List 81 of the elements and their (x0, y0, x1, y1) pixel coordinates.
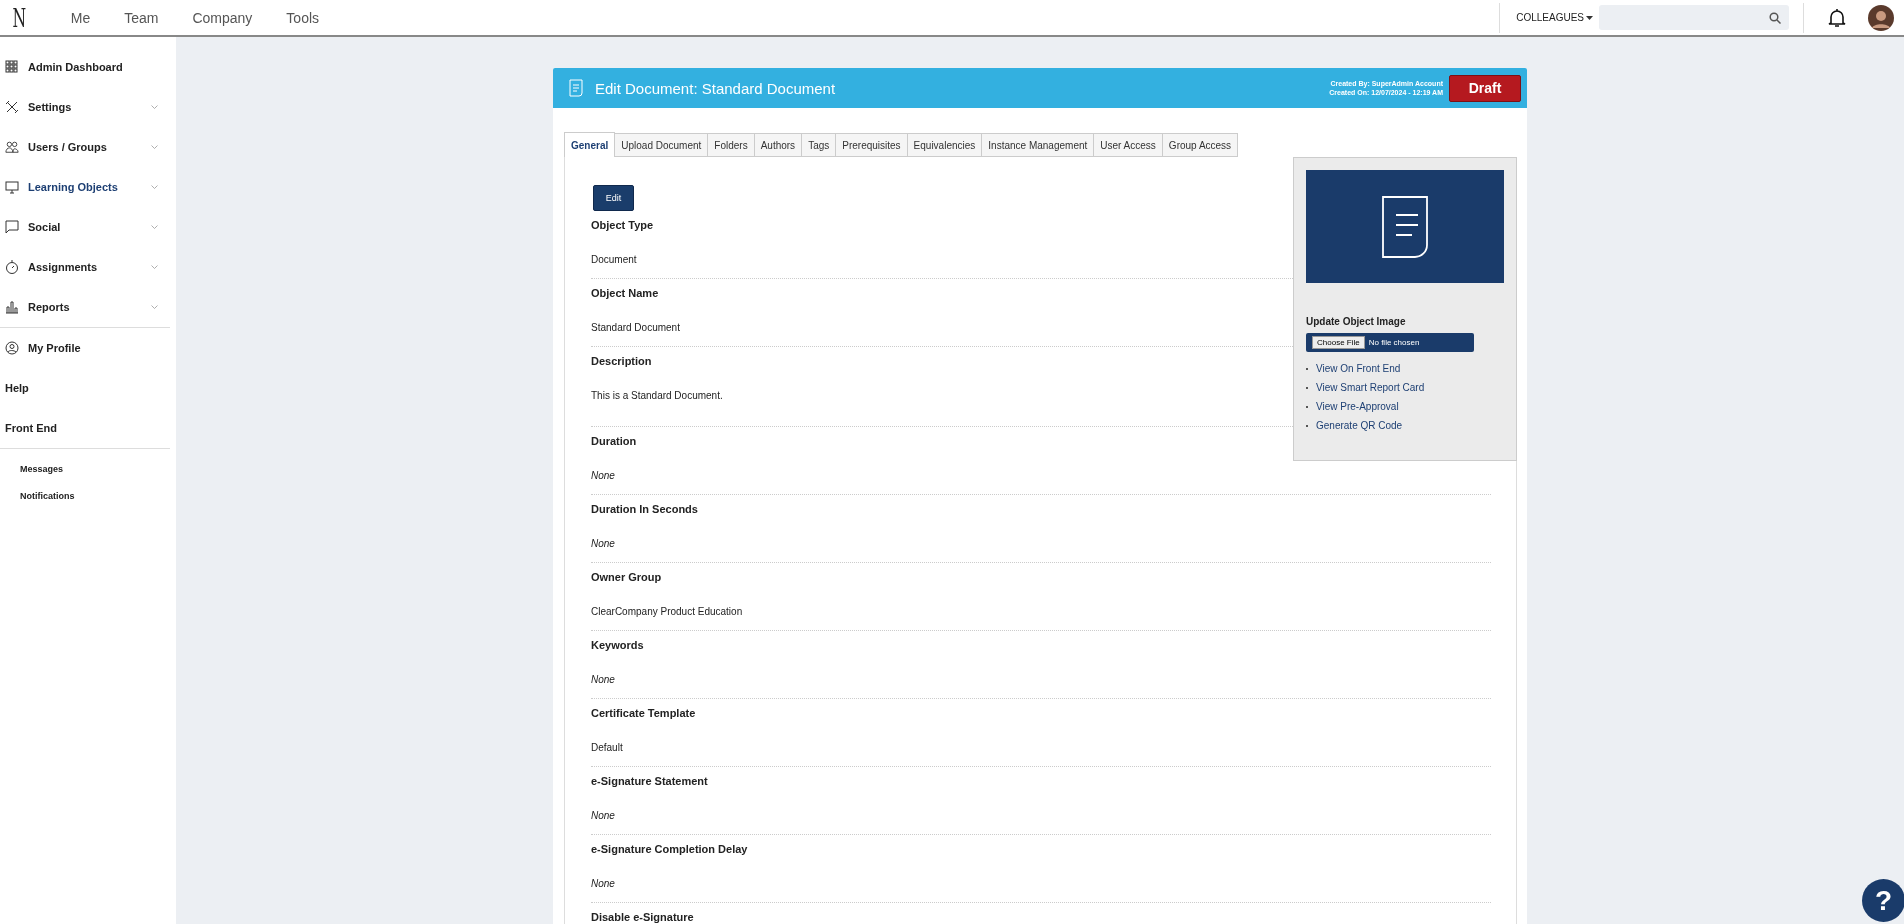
chevron-down-icon (151, 305, 158, 309)
status-badge: Draft (1449, 74, 1521, 102)
edit-button[interactable]: Edit (593, 185, 634, 211)
field-label: Certificate Template (591, 707, 696, 721)
field-label: Object Type (591, 219, 654, 233)
field-value: ClearCompany Product Education (591, 606, 743, 619)
search-field[interactable] (1599, 5, 1789, 30)
tab[interactable]: Instance Management (982, 133, 1095, 157)
bell-icon[interactable] (1828, 7, 1846, 28)
field-value: None (591, 470, 615, 483)
chevron-down-icon (151, 145, 158, 149)
tab[interactable]: Equivalencies (907, 133, 983, 157)
choose-file-button[interactable]: Choose File (1312, 336, 1365, 349)
avatar[interactable] (1868, 4, 1894, 31)
sidebar-item[interactable]: Assignments (0, 247, 170, 287)
sidebar-item[interactable]: Notifications (0, 482, 170, 509)
field-label: Owner Group (591, 571, 662, 585)
field-value: None (591, 810, 615, 823)
bar-chart-icon (5, 300, 19, 314)
field-label: Duration In Seconds (591, 503, 698, 517)
card-title: Edit Document: Standard Document (595, 79, 837, 97)
panel-link[interactable]: View Smart Report Card (1316, 382, 1425, 393)
sidebar-item[interactable]: Learning Objects (0, 167, 170, 207)
field-value: Document (591, 254, 637, 267)
document-icon (569, 79, 583, 97)
panel-link[interactable]: View Pre-Approval (1316, 401, 1399, 412)
chevron-down-icon (151, 105, 158, 109)
sidebar-item[interactable]: Help (0, 368, 170, 408)
tab[interactable]: Tags (802, 133, 837, 157)
help-button[interactable]: ? (1862, 879, 1904, 922)
logo[interactable]: N (12, 4, 27, 31)
nav-link[interactable]: Me (70, 9, 91, 26)
field-value: Default (591, 742, 623, 755)
field-label: e-Signature Statement (591, 775, 708, 789)
file-status: No file chosen (1368, 338, 1420, 347)
users-icon (5, 140, 19, 154)
field-label: Object Name (591, 287, 659, 301)
colleagues-dropdown[interactable]: COLLEAGUES (1500, 12, 1599, 23)
profile-icon (5, 341, 19, 355)
tools-icon (5, 100, 19, 114)
tab[interactable]: Group Access (1162, 133, 1239, 157)
monitor-icon (5, 180, 19, 194)
sidebar-item[interactable]: Social (0, 207, 170, 247)
tab[interactable]: Prerequisites (836, 133, 908, 157)
grid-icon (5, 60, 19, 74)
field-value: None (591, 878, 615, 891)
field-label: Keywords (591, 639, 644, 653)
nav-link[interactable]: Tools (286, 9, 320, 26)
tab[interactable]: Upload Document (615, 133, 709, 157)
tab[interactable]: Authors (754, 133, 803, 157)
panel-link[interactable]: Generate QR Code (1316, 420, 1403, 431)
panel-link[interactable]: View On Front End (1316, 363, 1401, 374)
caret-icon (1586, 15, 1593, 20)
chevron-down-icon (151, 265, 158, 269)
field-value: This is a Standard Document. (591, 390, 723, 403)
sidebar-item[interactable]: Admin Dashboard (0, 47, 170, 87)
sidebar-item[interactable]: Front End (0, 408, 170, 448)
chevron-down-icon (151, 225, 158, 229)
search-icon[interactable] (1769, 11, 1781, 24)
field-label: Duration (591, 435, 637, 449)
chat-icon (5, 220, 19, 234)
field-value: None (591, 538, 615, 551)
image-heading: Update Object Image (1306, 316, 1407, 327)
chevron-down-icon (151, 185, 158, 189)
sidebar-item[interactable]: Messages (0, 455, 170, 482)
nav-link[interactable]: Team (124, 9, 159, 26)
field-label: Disable e-Signature (591, 911, 694, 924)
sidebar-item[interactable]: Reports (0, 287, 170, 327)
sidebar-item[interactable]: Settings (0, 87, 170, 127)
nav-link[interactable]: Company (192, 9, 253, 26)
field-label: Description (591, 355, 652, 369)
sidebar-item[interactable]: Users / Groups (0, 127, 170, 167)
tab[interactable]: General (564, 132, 616, 157)
tab[interactable]: Folders (708, 133, 755, 157)
document-icon (1382, 195, 1428, 258)
field-value: Standard Document (591, 322, 680, 335)
field-label: e-Signature Completion Delay (591, 843, 748, 857)
tab[interactable]: User Access (1094, 133, 1163, 157)
stopwatch-icon (5, 260, 19, 274)
sidebar-item[interactable]: My Profile (0, 328, 170, 368)
field-value: None (591, 674, 615, 687)
